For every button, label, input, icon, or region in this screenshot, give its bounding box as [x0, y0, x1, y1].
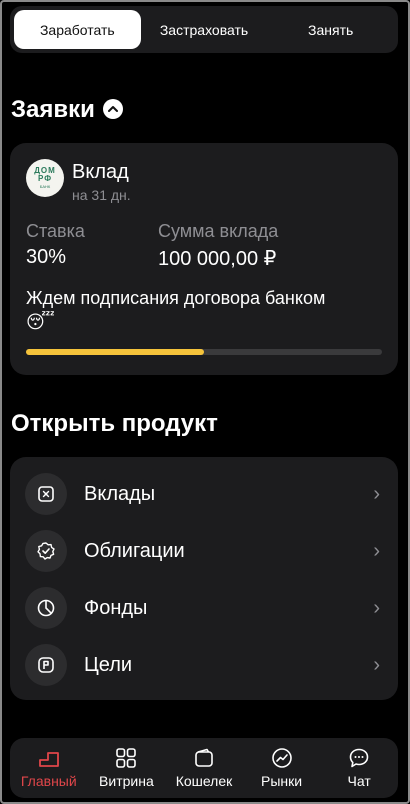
nav-wallet[interactable]: Кошелек — [165, 738, 243, 798]
chevron-right-icon: › — [373, 596, 380, 619]
nav-label: Главный — [20, 773, 77, 789]
fund-icon — [25, 587, 67, 629]
bank-logo-line3: БАНК — [39, 184, 51, 189]
tab-earn[interactable]: Заработать — [14, 10, 141, 49]
bottom-navigation: Главный Витрина Кошелек Рынки Чат — [10, 738, 398, 798]
status-text: Ждем подписания договора банком 😴 — [26, 286, 386, 334]
chevron-up-icon[interactable] — [102, 98, 123, 119]
product-list: Вклады › Облигации › Фонды › Цели › — [10, 457, 398, 700]
product-label: Облигации — [84, 539, 185, 562]
open-product-title: Открыть продукт — [11, 410, 218, 437]
nav-label: Витрина — [99, 773, 154, 789]
product-item-funds[interactable]: Фонды › — [10, 580, 398, 636]
tab-switcher: Заработать Застраховать Занять — [10, 6, 398, 53]
amount-value: 100 000,00 ₽ — [158, 248, 277, 270]
chevron-right-icon: › — [373, 482, 380, 505]
nav-home[interactable]: Главный — [10, 738, 88, 798]
nav-label: Рынки — [261, 773, 303, 789]
chat-icon — [348, 747, 370, 769]
showcase-icon — [115, 747, 137, 769]
home-icon — [38, 747, 60, 769]
product-label: Вклады — [84, 482, 156, 505]
goal-icon — [25, 644, 67, 686]
tab-insure[interactable]: Застраховать — [141, 10, 268, 49]
product-item-deposits[interactable]: Вклады › — [10, 466, 398, 522]
rate-value: 30% — [26, 246, 67, 268]
product-label: Цели — [84, 653, 133, 676]
nav-label: Чат — [347, 773, 371, 789]
applications-title: Заявки — [11, 96, 95, 123]
wallet-icon — [193, 747, 215, 769]
nav-showcase[interactable]: Витрина — [88, 738, 166, 798]
sleeping-emoji-icon: 😴 — [26, 312, 55, 332]
product-label: Фонды — [84, 596, 148, 619]
progress-bar — [26, 349, 382, 355]
product-title: Вклад — [72, 161, 129, 183]
nav-markets[interactable]: Рынки — [243, 738, 321, 798]
chevron-right-icon: › — [373, 539, 380, 562]
product-term: на 31 дн. — [72, 187, 131, 203]
nav-chat[interactable]: Чат — [320, 738, 398, 798]
deposit-icon — [25, 473, 67, 515]
application-card[interactable]: ДОМ РФ БАНК Вклад на 31 дн. Ставка 30% С… — [10, 143, 398, 375]
status-message: Ждем подписания договора банком — [26, 288, 326, 308]
bank-logo-line2: РФ — [37, 174, 53, 183]
markets-icon — [271, 747, 293, 769]
rate-label: Ставка — [26, 221, 85, 241]
progress-fill — [26, 349, 204, 355]
applications-header: Заявки — [11, 96, 123, 124]
bank-logo: ДОМ РФ БАНК — [26, 159, 64, 197]
product-item-goals[interactable]: Цели › — [10, 637, 398, 693]
tab-borrow[interactable]: Занять — [267, 10, 394, 49]
bond-icon — [25, 530, 67, 572]
nav-label: Кошелек — [175, 773, 233, 789]
product-item-bonds[interactable]: Облигации › — [10, 523, 398, 579]
chevron-right-icon: › — [373, 653, 380, 676]
amount-label: Сумма вклада — [158, 221, 279, 241]
